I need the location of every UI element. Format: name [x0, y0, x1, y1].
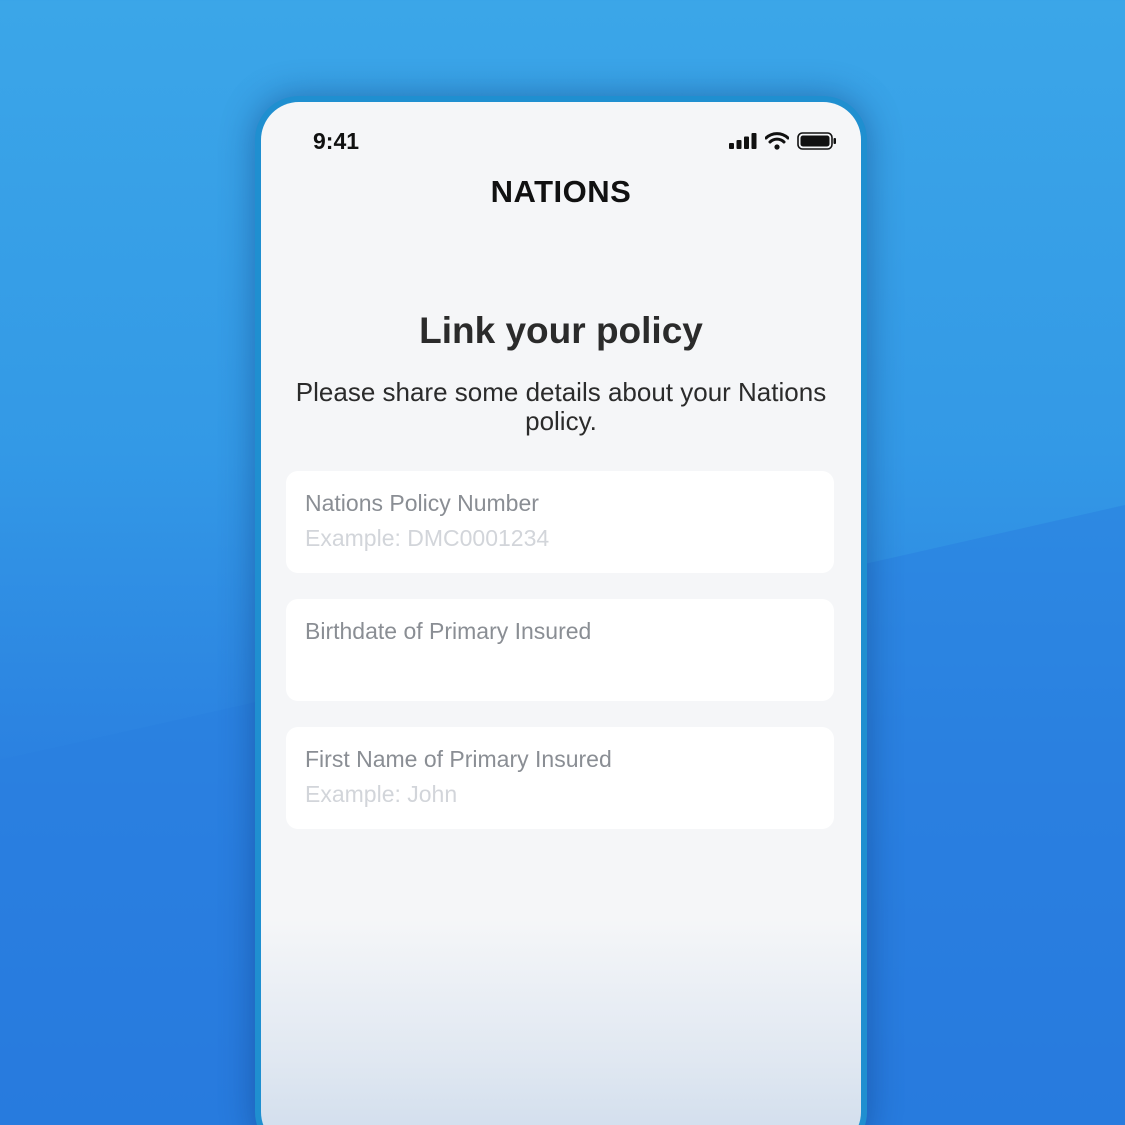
cellular-signal-icon [729, 133, 757, 149]
page-subtitle: Please share some details about your Nat… [295, 377, 827, 436]
first-name-field[interactable]: First Name of Primary Insured [286, 727, 834, 829]
wifi-icon [765, 132, 789, 150]
status-bar-time: 9:41 [313, 128, 360, 154]
first-name-input[interactable] [305, 781, 805, 808]
page-title: Link your policy [419, 310, 703, 351]
policy-number-input[interactable] [305, 525, 805, 552]
nations-logo: NATIONS [490, 174, 632, 209]
phone-frame: 9:41 NATIONS Link your policy Please sha… [255, 96, 867, 1125]
policy-number-field[interactable]: Nations Policy Number [286, 471, 834, 573]
birthdate-label: Birthdate of Primary Insured [305, 618, 592, 644]
first-name-label: First Name of Primary Insured [305, 746, 612, 772]
birthdate-input[interactable] [305, 653, 805, 680]
status-bar-icons [729, 132, 837, 150]
app-screen: 9:41 NATIONS Link your policy Please sha… [261, 102, 861, 1125]
birthdate-field[interactable]: Birthdate of Primary Insured [286, 599, 834, 701]
battery-icon [797, 132, 836, 150]
policy-number-label: Nations Policy Number [305, 490, 539, 516]
